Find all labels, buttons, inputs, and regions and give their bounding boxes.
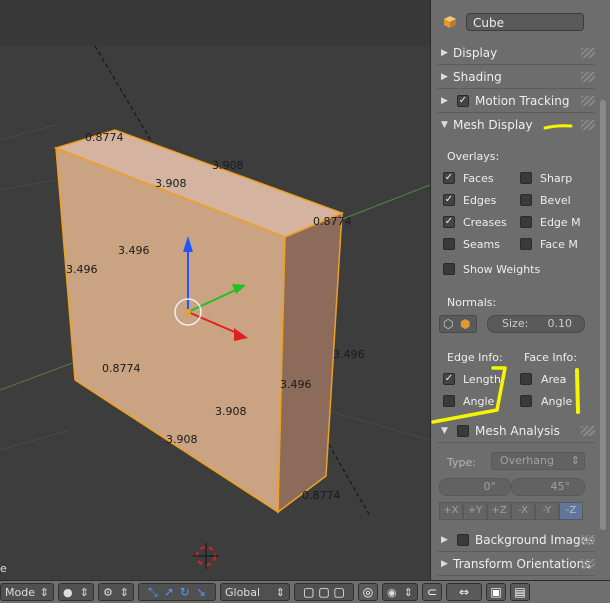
dimension-label: 3.908 xyxy=(155,177,187,190)
object-origin xyxy=(185,309,191,315)
background-images-checkbox[interactable] xyxy=(457,534,469,546)
updown-arrows-icon: ⇕ xyxy=(79,585,89,599)
pivot-point-selector[interactable]: ⚙ ⇕ xyxy=(98,583,134,601)
expand-arrow-icon: ▶ xyxy=(441,96,448,106)
overlays-heading: Overlays: xyxy=(447,150,500,163)
expand-arrow-icon: ▶ xyxy=(441,48,448,58)
snap-magnet-icon[interactable]: ⊂ xyxy=(422,583,442,601)
dimension-label: 0.8774 xyxy=(302,489,341,502)
translate-icon[interactable]: ↗ xyxy=(164,585,174,599)
collapse-arrow-icon: ▼ xyxy=(441,120,448,130)
axis-button-pos-y[interactable]: +Y xyxy=(463,502,487,520)
dimension-label: 3.496 xyxy=(118,244,150,257)
object-name-field[interactable]: Cube xyxy=(466,13,584,31)
analysis-max-field[interactable]: 45° xyxy=(511,478,585,496)
rotate-icon[interactable]: ↻ xyxy=(180,585,190,599)
dimension-label: 3.496 xyxy=(280,378,312,391)
drag-grip-icon[interactable] xyxy=(581,535,595,545)
transform-orientation-selector[interactable]: Global ⇕ xyxy=(220,583,290,601)
camera-icon[interactable]: ▤ xyxy=(510,583,530,601)
expand-arrow-icon: ▶ xyxy=(441,559,448,569)
analysis-type-selector[interactable]: Overhang ⇕ xyxy=(491,452,585,470)
dimension-label: 3.908 xyxy=(212,159,244,172)
creases-checkbox[interactable]: ✓ xyxy=(443,216,455,228)
dimension-label: 0.8774 xyxy=(85,131,124,144)
vertex-normals-icon[interactable]: ⬡ xyxy=(443,317,453,331)
properties-panel: Cube ▶ Display ▶ Shading ▶ ✓ Motion Trac… xyxy=(430,0,610,580)
3d-viewport[interactable]: 0.8774 3.908 3.908 0.8774 3.496 3.496 3.… xyxy=(0,0,430,580)
drag-grip-icon[interactable] xyxy=(581,120,595,130)
panel-scrollbar[interactable] xyxy=(600,100,606,530)
dimension-label: 3.908 xyxy=(166,433,198,446)
axis-button-neg-x[interactable]: -X xyxy=(511,502,535,520)
updown-arrows-icon: ⇕ xyxy=(39,585,49,599)
scale-icon[interactable]: ↘ xyxy=(196,585,206,599)
section-motion-tracking[interactable]: ▶ ✓ Motion Tracking xyxy=(437,90,595,113)
normals-heading: Normals: xyxy=(447,296,497,309)
edges-checkbox[interactable]: ✓ xyxy=(443,194,455,206)
viewport-canvas[interactable]: 0.8774 3.908 3.908 0.8774 3.496 3.496 3.… xyxy=(0,0,430,580)
expand-arrow-icon: ▶ xyxy=(441,72,448,82)
sphere-icon: ● xyxy=(63,585,73,599)
edge-marks-checkbox[interactable] xyxy=(520,216,532,228)
face-normals-icon[interactable]: ⬢ xyxy=(460,317,470,331)
section-shading[interactable]: ▶ Shading xyxy=(437,66,595,89)
annotation-mark xyxy=(543,124,573,130)
mesh-analysis-checkbox[interactable] xyxy=(457,425,469,437)
manipulator-toggle-icon[interactable]: ⤡ xyxy=(148,585,158,600)
object-name-row: Cube xyxy=(441,12,589,34)
motion-tracking-checkbox[interactable]: ✓ xyxy=(457,95,469,107)
faces-checkbox[interactable]: ✓ xyxy=(443,172,455,184)
sharp-checkbox[interactable] xyxy=(520,172,532,184)
viewport-header-bar: Mode ⇕ ● ⇕ ⚙ ⇕ ⤡ ↗ ↻ ↘ Global ⇕ ▢ ▢ ▢ ◎ ◉ ⇕ ⊂… xyxy=(0,580,610,603)
annotation-mark xyxy=(431,366,580,424)
expand-arrow-icon: ▶ xyxy=(441,535,448,545)
section-transform-orientations[interactable]: ▶ Transform Orientations xyxy=(437,553,595,576)
drag-grip-icon[interactable] xyxy=(581,559,595,569)
axis-button-neg-z[interactable]: -Z xyxy=(559,502,583,520)
axis-button-pos-x[interactable]: +X xyxy=(439,502,463,520)
axis-button-pos-z[interactable]: +Z xyxy=(487,502,511,520)
section-mesh-analysis[interactable]: ▼ Mesh Analysis xyxy=(437,420,595,443)
normals-toggle-group: ⬡ ⬢ xyxy=(439,315,477,333)
snap-element-selector[interactable]: ⇔ xyxy=(446,583,482,601)
manipulator-group[interactable]: ⤡ ↗ ↻ ↘ xyxy=(138,583,216,601)
analysis-min-field[interactable]: 0° xyxy=(439,478,511,496)
normals-size-field[interactable]: Size: 0.10 xyxy=(487,315,585,333)
drag-grip-icon[interactable] xyxy=(581,48,595,58)
section-display[interactable]: ▶ Display xyxy=(437,42,595,65)
drag-grip-icon[interactable] xyxy=(581,96,595,106)
viewport-corner-text: e xyxy=(0,562,7,575)
section-background-images[interactable]: ▶ Background Images xyxy=(437,529,595,552)
proportional-edit-selector[interactable]: ◉ ⇕ xyxy=(382,583,418,601)
show-weights-checkbox[interactable] xyxy=(443,263,455,275)
cube-icon xyxy=(444,16,456,28)
updown-arrows-icon: ⇕ xyxy=(403,585,413,599)
dimension-label: 0.8774 xyxy=(313,215,352,228)
dimension-label: 3.908 xyxy=(215,405,247,418)
drag-grip-icon[interactable] xyxy=(581,72,595,82)
render-icon[interactable]: ▣ xyxy=(486,583,506,601)
seams-checkbox[interactable] xyxy=(443,238,455,250)
pivot-icon: ⚙ xyxy=(103,585,113,599)
updown-arrows-icon: ⇕ xyxy=(119,585,129,599)
layer-buttons[interactable]: ▢ ▢ ▢ xyxy=(294,583,354,601)
dimension-label: 0.8774 xyxy=(102,362,141,375)
updown-arrows-icon: ⇕ xyxy=(275,585,285,599)
snap-icon[interactable]: ◎ xyxy=(358,583,378,601)
bevel-checkbox[interactable] xyxy=(520,194,532,206)
mode-selector[interactable]: Mode ⇕ xyxy=(0,583,54,601)
updown-arrows-icon: ⇕ xyxy=(570,454,580,467)
proportional-edit-icon: ◉ xyxy=(387,585,397,599)
face-marks-checkbox[interactable] xyxy=(520,238,532,250)
dimension-label: 3.496 xyxy=(333,348,365,361)
drag-grip-icon[interactable] xyxy=(581,426,595,436)
collapse-arrow-icon: ▼ xyxy=(441,426,448,436)
layer-icon[interactable]: ▢ ▢ ▢ xyxy=(303,585,345,599)
dimension-label: 3.496 xyxy=(66,263,98,276)
axis-button-neg-y[interactable]: -Y xyxy=(535,502,559,520)
viewport-shading-selector[interactable]: ● ⇕ xyxy=(58,583,94,601)
